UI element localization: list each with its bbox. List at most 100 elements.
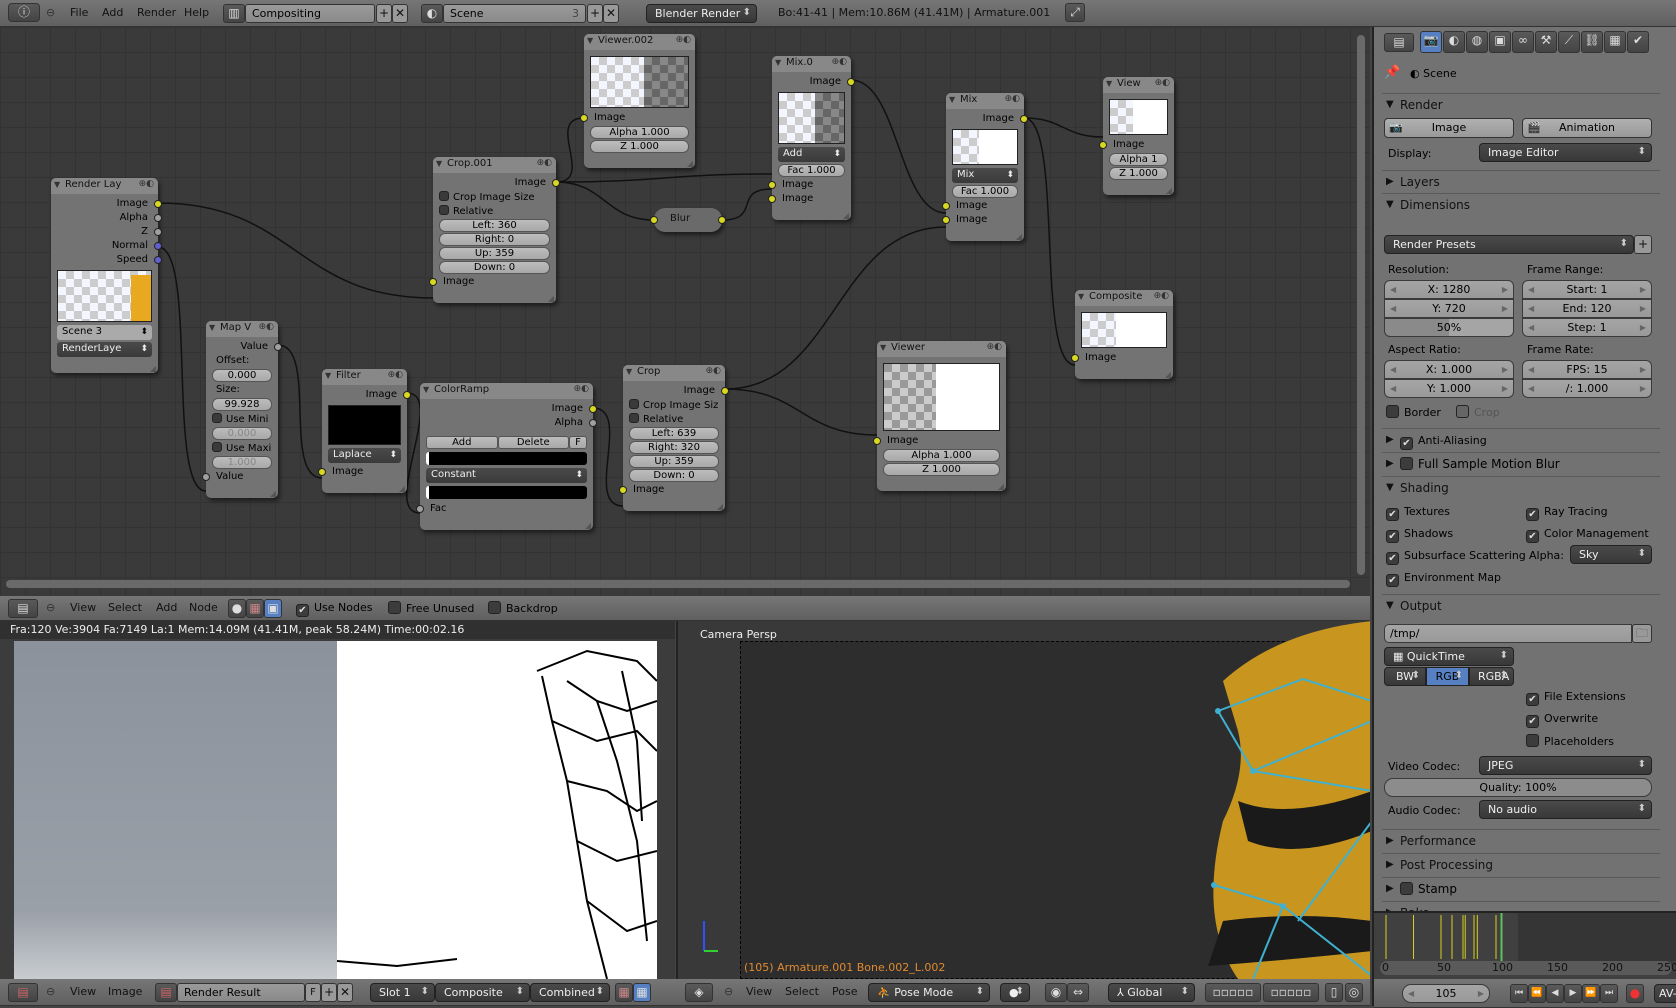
ray-tracing-checkbox[interactable]: ✔ Ray Tracing [1526,505,1608,521]
number-field[interactable]: Down: 0 [439,261,550,274]
colorramp-f-button[interactable]: F [569,436,587,449]
panel-render-header[interactable]: ▼ Render [1382,93,1660,115]
collapse-menu-icon[interactable]: ⊖ [46,985,55,998]
node-editor[interactable]: Render Lay ⊕◐ Image Alpha Z Normal Speed Scene … [0,27,1370,596]
number-field[interactable]: Left: 639 [629,427,719,440]
tab-texture-icon[interactable]: ▦ [1604,31,1626,53]
node-header[interactable]: ColorRamp ⊕◐ [420,383,593,399]
pivot-point-icon[interactable]: ◉ [1045,983,1067,1002]
backdrop-checkbox[interactable]: Backdrop [488,601,558,615]
quality-slider[interactable]: Quality: 100% [1384,778,1652,797]
prev-keyframe-icon[interactable]: ⏪ [1528,984,1546,1003]
menu-image[interactable]: Image [108,985,142,998]
shadows-checkbox[interactable]: ✔ Shadows [1386,527,1453,543]
panel-dimensions-header[interactable]: ▼ Dimensions [1382,193,1660,215]
resize-handle[interactable]: ◢ [998,482,1004,491]
add-screen-icon[interactable]: + [376,4,392,23]
next-keyframe-icon[interactable]: ⏩ [1582,984,1600,1003]
resize-handle[interactable]: ◢ [843,211,849,220]
node-map-value[interactable]: Map V ⊕◐ Value Offset: 0.000 Size: 99.928 Use M… [202,321,282,498]
frame-step-field[interactable]: ◀ Step: 1 ▶ [1522,318,1652,337]
panel-output-header[interactable]: ▼ Output [1382,594,1660,616]
menu-render[interactable]: Render [137,6,176,19]
collapse-menu-icon[interactable]: ⊖ [46,6,55,19]
anti-aliasing-checkbox[interactable]: ✔ Anti-Aliasing [1400,434,1487,450]
input-socket-image[interactable] [619,486,627,494]
resize-handle[interactable]: ◢ [687,159,693,168]
sss-checkbox[interactable]: ✔ Subsurface Scattering [1386,549,1526,565]
node-header[interactable]: Crop ⊕◐ [623,365,725,381]
transform-orientation-dropdown[interactable]: ⅄ Global [1108,983,1195,1002]
slot-dropdown[interactable]: Slot 1 [370,983,435,1002]
play-icon[interactable]: ▶ [1564,984,1582,1003]
number-field[interactable]: Down: 0 [629,469,719,482]
audio-codec-dropdown[interactable]: No audio [1479,800,1652,819]
panel-motion-blur-header[interactable]: ▶ Full Sample Motion Blur [1382,452,1660,474]
aspect-x-field[interactable]: ◀ X: 1.000 ▶ [1384,360,1514,379]
node-options-icon[interactable]: ⊕◐ [1005,94,1020,104]
number-field[interactable]: Z 1.000 [883,463,1000,476]
node-header[interactable]: Composite ⊕◐ [1075,290,1173,306]
input-socket-image[interactable] [873,437,881,445]
input-socket-image[interactable] [768,195,776,203]
editor-type-icon[interactable]: ▤ [1384,33,1414,52]
panel-shading-header[interactable]: ▼ Shading [1382,476,1660,498]
panel-layers-header[interactable]: ▶ Layers [1382,170,1660,192]
tab-object-icon[interactable]: ▣ [1489,31,1511,53]
keying-set-dropdown[interactable]: AV- [1654,984,1676,1003]
input-socket-image[interactable] [942,202,950,210]
number-field[interactable]: Z 1.000 [1109,167,1168,180]
compositing-nodes-icon[interactable]: ▣ [264,599,282,618]
node-mix-0[interactable]: Mix.0 ⊕◐ Image Add Fac 1.000 Image Image ◢ [768,56,855,220]
frame-start-field[interactable]: ◀ Start: 1 ▶ [1522,280,1652,299]
output-socket-value[interactable] [274,343,282,351]
3d-viewport[interactable]: Camera Persp (105) Armature.001 Bone.002… [676,621,1370,979]
render-image-button[interactable]: 📷 Image [1384,118,1514,138]
node-options-icon[interactable]: ⊕◐ [987,342,1002,352]
input-socket-image[interactable] [1099,141,1107,149]
resize-handle[interactable]: ◢ [1166,186,1172,195]
number-field[interactable]: Fac 1.000 [778,164,845,177]
unlink-image-icon[interactable]: ✕ [337,983,353,1002]
number-field[interactable]: Alpha 1.000 [590,126,689,139]
output-socket-image[interactable] [589,405,597,413]
checkbox[interactable]: Crop Image Size [433,190,556,204]
node-options-icon[interactable]: ⊕◐ [537,158,552,168]
panel-anti-aliasing-header[interactable]: ▶ ✔ Anti-Aliasing [1382,428,1660,450]
dropdown[interactable]: Mix [952,168,1018,183]
editor-type-3d-icon[interactable]: ◈ [685,983,713,1002]
output-socket-normal[interactable] [154,242,162,250]
scene-selector[interactable]: Scene 3 [57,325,152,340]
node-options-icon[interactable]: ⊕◐ [832,57,847,67]
checkbox[interactable]: Use Maxi [206,441,278,455]
render-preview-icon[interactable]: ◎ [1345,983,1363,1002]
node-options-icon[interactable]: ⊕◐ [1154,291,1169,301]
colorramp-gradient[interactable] [426,486,587,499]
render-pass-dropdown[interactable]: Combined [530,983,610,1002]
jump-end-icon[interactable]: ⏭ [1600,984,1618,1003]
image-name-field[interactable]: Render Result [177,983,305,1002]
node-header[interactable]: Viewer.002 ⊕◐ [584,34,695,50]
number-field[interactable]: Z 1.000 [590,140,689,153]
menu-add[interactable]: Add [156,601,177,614]
file-format-dropdown[interactable]: ▦ QuickTime [1384,647,1514,666]
number-field[interactable]: Right: 0 [439,233,550,246]
checkbox-box[interactable] [212,442,222,452]
resize-handle[interactable]: ◢ [548,294,554,303]
menu-add[interactable]: Add [102,6,123,19]
tab-physics-icon[interactable]: ✔ [1627,31,1649,53]
checkbox[interactable]: Relative [433,204,556,218]
screen-layout-field[interactable]: Compositing [245,4,375,23]
node-view[interactable]: View ⊕◐ Image Alpha 1Z 1.000 ◢ [1099,77,1174,195]
checkbox-box[interactable] [212,413,222,423]
input-socket-image[interactable] [942,216,950,224]
dropdown[interactable]: Laplace [328,448,401,463]
number-field[interactable]: Alpha 1 [1109,153,1168,166]
menu-select[interactable]: Select [108,601,142,614]
tab-scene-icon[interactable]: ◐ [1443,31,1465,53]
number-field[interactable]: Up: 359 [629,455,719,468]
draw-alpha-icon[interactable]: ▦ [615,983,633,1002]
node-viewer-002[interactable]: Viewer.002 ⊕◐ Image Alpha 1.000Z 1.000 ◢ [580,34,695,168]
folder-icon[interactable]: 🗀 [1632,624,1652,643]
node-header[interactable]: Filter ⊕◐ [322,369,407,385]
